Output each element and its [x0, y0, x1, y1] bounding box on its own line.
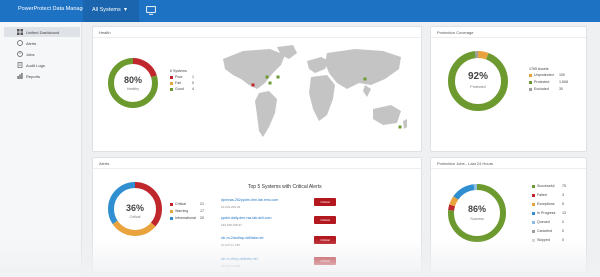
system-location-marker[interactable]	[363, 77, 367, 81]
alert-host-ip: 10.247.11.180	[221, 243, 240, 247]
sidebar-item-alerts[interactable]: Alerts	[4, 38, 80, 48]
chevron-down-icon: ▾	[124, 7, 128, 13]
system-location-marker[interactable]	[398, 125, 402, 129]
alert-host-ip: 10.201.200.23	[221, 205, 241, 209]
app-title: PowerProtect Data Manager	[18, 6, 88, 12]
sidebar-item-jobs[interactable]: Jobs	[4, 49, 80, 59]
critical-badge[interactable]: Critical	[314, 257, 336, 265]
monitor-icon[interactable]	[146, 6, 156, 15]
legend-item[interactable]: Good 4	[170, 87, 194, 91]
legend-item[interactable]: Unprotected 100	[529, 73, 565, 77]
health-card: Health 80% Healthy 6 Systems Poor 1 Fair 0…	[92, 26, 422, 152]
card-title: Protection Jobs - Last 24 Hours	[437, 161, 494, 166]
legend-item[interactable]: Skipped 0	[532, 238, 564, 242]
audit-log-icon	[17, 62, 23, 68]
card-title: Protection Coverage	[437, 30, 474, 35]
legend-item[interactable]: Informational 20	[170, 216, 204, 220]
sidebar-item-reports[interactable]: Reports	[4, 71, 80, 81]
assets-count: 1765 Assets	[529, 67, 549, 71]
top-bar: PowerProtect Data Manager All Systems ▾	[0, 0, 600, 22]
system-location-marker[interactable]	[276, 75, 280, 79]
system-location-marker[interactable]	[268, 81, 272, 85]
critical-badge[interactable]: Critical	[314, 216, 336, 224]
card-title: Alerts	[99, 161, 110, 166]
alert-icon	[17, 40, 23, 46]
system-location-marker[interactable]	[265, 75, 269, 79]
donut-status: Healthy	[126, 87, 140, 91]
legend-item[interactable]: Canceled 0	[532, 229, 564, 233]
sidebar-item-audit-logs[interactable]: Audit Logs	[4, 60, 80, 70]
legend-item[interactable]: Queued 2	[532, 220, 564, 224]
alert-host-link[interactable]: rdr-m-dhcp.delllabs.net	[221, 257, 258, 261]
legend-item[interactable]: Failed 3	[532, 193, 564, 197]
legend-item[interactable]: Critical 21	[170, 202, 204, 206]
donut-percent: 80%	[123, 75, 142, 85]
legend-item[interactable]: Exceptions 5	[532, 202, 564, 206]
alert-host-link[interactable]: dpmvas-252ppdm.drm.lab.emc.com	[221, 198, 278, 202]
world-map	[223, 45, 407, 137]
legend-item[interactable]: Successful 75	[532, 184, 566, 188]
sidebar-item-unified-dashboard[interactable]: Unified Dashboard	[4, 27, 80, 37]
sidebar-item-label: Reports	[26, 74, 41, 79]
legend-item[interactable]: Warning 17	[170, 209, 204, 213]
system-selector[interactable]: All Systems ▾	[83, 0, 139, 22]
legend-item[interactable]: In Progress 13	[532, 211, 566, 215]
donut-status: Success	[470, 217, 484, 221]
donut-percent: 92%	[467, 71, 488, 82]
critical-badge[interactable]: Critical	[314, 198, 336, 206]
jobs-icon	[17, 51, 23, 57]
donut-percent: 86%	[467, 204, 486, 214]
protection-coverage-card: Protection Coverage 92% Protected 1765 A…	[430, 26, 587, 152]
sidebar-item-label: Unified Dashboard	[26, 30, 60, 35]
alert-host-ip: 192.168.108.37	[221, 223, 242, 227]
donut-status: Protected	[470, 85, 486, 89]
top-systems-title: Top 5 Systems with Critical Alerts	[248, 184, 322, 190]
donut-status: Critical	[129, 215, 141, 219]
legend-item[interactable]: Excluded 30	[529, 87, 563, 91]
alert-host-ip: 10.247.11.180	[221, 264, 240, 268]
sidebar: Unified Dashboard Alerts Jobs Audit Logs…	[0, 22, 82, 277]
reports-icon	[17, 73, 23, 79]
alert-host-link[interactable]: rdr-m-2dcdhcp.delllabs.net	[221, 236, 264, 240]
dashboard-icon	[17, 29, 23, 35]
alert-host-link[interactable]: ppdm.daily.drm.rsa.lab.dell.com	[221, 216, 271, 220]
critical-badge[interactable]: Critical	[314, 236, 336, 244]
systems-count: 6 Systems	[170, 69, 187, 73]
legend-item[interactable]: Protected 1,608	[529, 80, 568, 84]
card-title: Health	[99, 30, 111, 35]
system-location-marker[interactable]	[251, 83, 255, 87]
donut-percent: 36%	[125, 203, 144, 213]
legend-item[interactable]: Poor 1	[170, 75, 194, 79]
sidebar-item-label: Audit Logs	[26, 63, 45, 68]
sidebar-item-label: Alerts	[26, 41, 37, 46]
sidebar-item-label: Jobs	[26, 52, 35, 57]
system-selector-label: All Systems	[92, 7, 121, 13]
legend-item[interactable]: Fair 0	[170, 81, 194, 85]
